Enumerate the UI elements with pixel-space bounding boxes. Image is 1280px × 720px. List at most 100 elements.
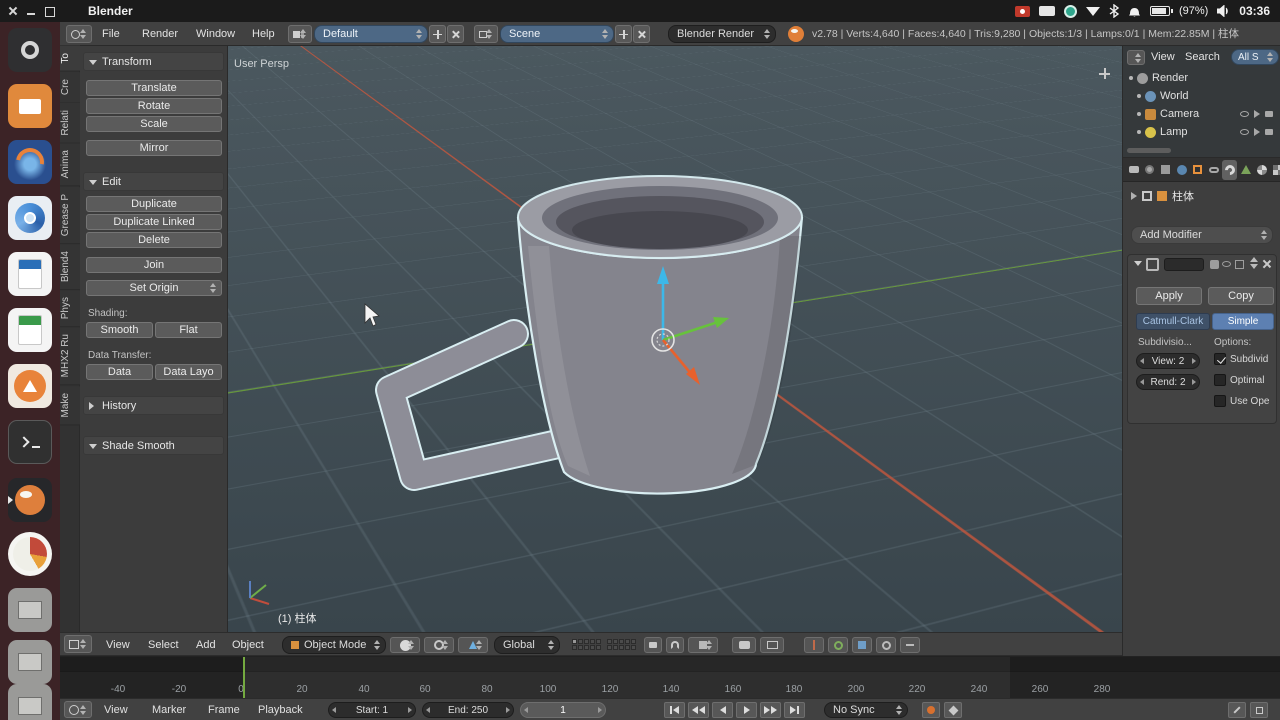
timeline-menu-playback[interactable]: Playback: [258, 699, 303, 720]
opengl-render-button[interactable]: [732, 637, 756, 653]
app-indicator-icon[interactable]: [1063, 4, 1077, 18]
timeline[interactable]: -40 -20 0 20 40 60 80 100 120 140 160 18…: [60, 656, 1280, 698]
mode-dropdown[interactable]: Object Mode: [282, 636, 386, 654]
modifier-name-field[interactable]: [1164, 258, 1204, 271]
shelf-tab-make[interactable]: Make: [60, 385, 80, 426]
next-keyframe-button[interactable]: [760, 702, 781, 718]
outliner-filter-field[interactable]: All S: [1231, 49, 1279, 65]
transform-panel-header[interactable]: Transform: [83, 52, 224, 71]
snap-toggle[interactable]: [666, 637, 684, 653]
shelf-tab-create[interactable]: Cre: [60, 71, 80, 103]
modifier-render-toggle[interactable]: [1210, 260, 1219, 269]
cursor-select-icon[interactable]: [1254, 128, 1260, 136]
snap-extra-button[interactable]: [900, 637, 920, 653]
view3d-menu-add[interactable]: Add: [196, 633, 216, 657]
jump-to-start-button[interactable]: [664, 702, 685, 718]
delete-layout-button[interactable]: [447, 25, 464, 43]
view3d-editor-type-button[interactable]: [64, 635, 92, 653]
scene-icon-button[interactable]: [474, 25, 498, 43]
camera-visibility-toggles[interactable]: [1240, 110, 1273, 118]
manipulator-toggle[interactable]: [458, 637, 488, 653]
launcher-icon-archive-b[interactable]: [8, 640, 52, 684]
shelf-tab-physics[interactable]: Phys: [60, 290, 80, 328]
new-layout-button[interactable]: [429, 25, 446, 43]
proportional-edit-button[interactable]: [876, 637, 896, 653]
tab-world[interactable]: [1174, 160, 1189, 180]
widget-translate-button[interactable]: [804, 637, 824, 653]
window-minimize-icon[interactable]: [26, 6, 36, 16]
tab-scene[interactable]: [1158, 160, 1173, 180]
outliner-item-camera[interactable]: Camera: [1137, 106, 1199, 122]
window-close-icon[interactable]: [8, 6, 18, 16]
menu-help[interactable]: Help: [252, 22, 275, 46]
delete-button[interactable]: Delete: [86, 232, 222, 248]
checkbox-icon[interactable]: [1214, 374, 1226, 386]
tab-object-data[interactable]: [1238, 160, 1253, 180]
eye-icon[interactable]: [1240, 111, 1249, 117]
apply-button[interactable]: Apply: [1136, 287, 1202, 305]
jump-to-end-button[interactable]: [784, 702, 805, 718]
duplicate-button[interactable]: Duplicate: [86, 196, 222, 212]
tab-render[interactable]: [1126, 160, 1141, 180]
render-engine-field[interactable]: Blender Render: [668, 25, 776, 43]
optimal-display-checkbox[interactable]: Optimal: [1214, 374, 1264, 386]
add-modifier-dropdown[interactable]: Add Modifier: [1131, 226, 1273, 244]
editor-type-button[interactable]: [66, 25, 92, 43]
screen-layout-field[interactable]: Default: [314, 25, 428, 43]
render-subdivisions-field[interactable]: Rend: 2: [1136, 374, 1200, 390]
translate-button[interactable]: Translate: [86, 80, 222, 96]
view-subdivisions-field[interactable]: View: 2: [1136, 353, 1200, 369]
launcher-icon-files[interactable]: [8, 84, 52, 128]
screen-layout-icon-button[interactable]: [288, 25, 312, 43]
checkbox-checked-icon[interactable]: [1214, 353, 1226, 365]
menu-window[interactable]: Window: [196, 22, 235, 46]
end-frame-field[interactable]: End: 250: [422, 702, 514, 718]
duplicate-linked-button[interactable]: Duplicate Linked: [86, 214, 222, 230]
launcher-icon-settings[interactable]: [8, 28, 52, 72]
launcher-icon-calc[interactable]: [8, 308, 52, 352]
snap-element-dropdown[interactable]: [688, 637, 718, 653]
tab-constraints[interactable]: [1206, 160, 1221, 180]
viewport-shading-dropdown[interactable]: [390, 637, 420, 653]
modifier-edit-toggle[interactable]: [1235, 260, 1244, 269]
launcher-icon-blender[interactable]: [8, 478, 52, 522]
play-reverse-button[interactable]: [712, 702, 733, 718]
outliner-editor-button[interactable]: [1127, 50, 1145, 65]
view3d-menu-select[interactable]: Select: [148, 633, 179, 657]
widget-rotate-button[interactable]: [828, 637, 848, 653]
launcher-icon-chromium[interactable]: [8, 196, 52, 240]
launcher-icon-writer[interactable]: [8, 252, 52, 296]
notifications-icon[interactable]: [1128, 5, 1141, 18]
use-opensubdiv-checkbox[interactable]: Use Ope: [1214, 395, 1269, 407]
modifier-move-buttons[interactable]: [1250, 257, 1258, 269]
network-icon[interactable]: [1085, 6, 1100, 16]
battery-icon[interactable]: [1149, 6, 1173, 16]
timeline-menu-marker[interactable]: Marker: [152, 699, 186, 720]
tab-modifiers[interactable]: [1222, 159, 1237, 180]
menu-render[interactable]: Render: [142, 22, 178, 46]
view3d-menu-view[interactable]: View: [106, 633, 130, 657]
scale-button[interactable]: Scale: [86, 116, 222, 132]
shelf-tab-mhx2[interactable]: MHX2 Ru: [60, 327, 80, 386]
tab-texture[interactable]: [1270, 160, 1280, 180]
bluetooth-icon[interactable]: [1109, 4, 1119, 18]
outliner-view-menu[interactable]: View: [1151, 46, 1175, 69]
render-visibility-icon[interactable]: [1265, 129, 1273, 135]
lamp-visibility-toggles[interactable]: [1240, 128, 1273, 136]
tab-material[interactable]: [1254, 160, 1269, 180]
current-frame-playhead[interactable]: [243, 657, 245, 698]
redo-panel-header[interactable]: Shade Smooth: [83, 436, 224, 455]
new-scene-button[interactable]: [615, 25, 632, 43]
timeline-editor-type-button[interactable]: [64, 701, 92, 718]
sync-dropdown[interactable]: No Sync: [824, 702, 908, 718]
shelf-tab-tools[interactable]: To: [60, 46, 80, 72]
play-button[interactable]: [736, 702, 757, 718]
launcher-icon-firefox[interactable]: [8, 140, 52, 184]
tab-object[interactable]: [1190, 160, 1205, 180]
opengl-render-anim-button[interactable]: [760, 637, 784, 653]
record-button[interactable]: [922, 702, 940, 718]
data-button[interactable]: Data: [86, 364, 153, 380]
modifier-view-toggle[interactable]: [1222, 261, 1231, 267]
outliner-item-lamp[interactable]: Lamp: [1137, 124, 1188, 140]
orientation-dropdown[interactable]: Global: [494, 636, 560, 654]
